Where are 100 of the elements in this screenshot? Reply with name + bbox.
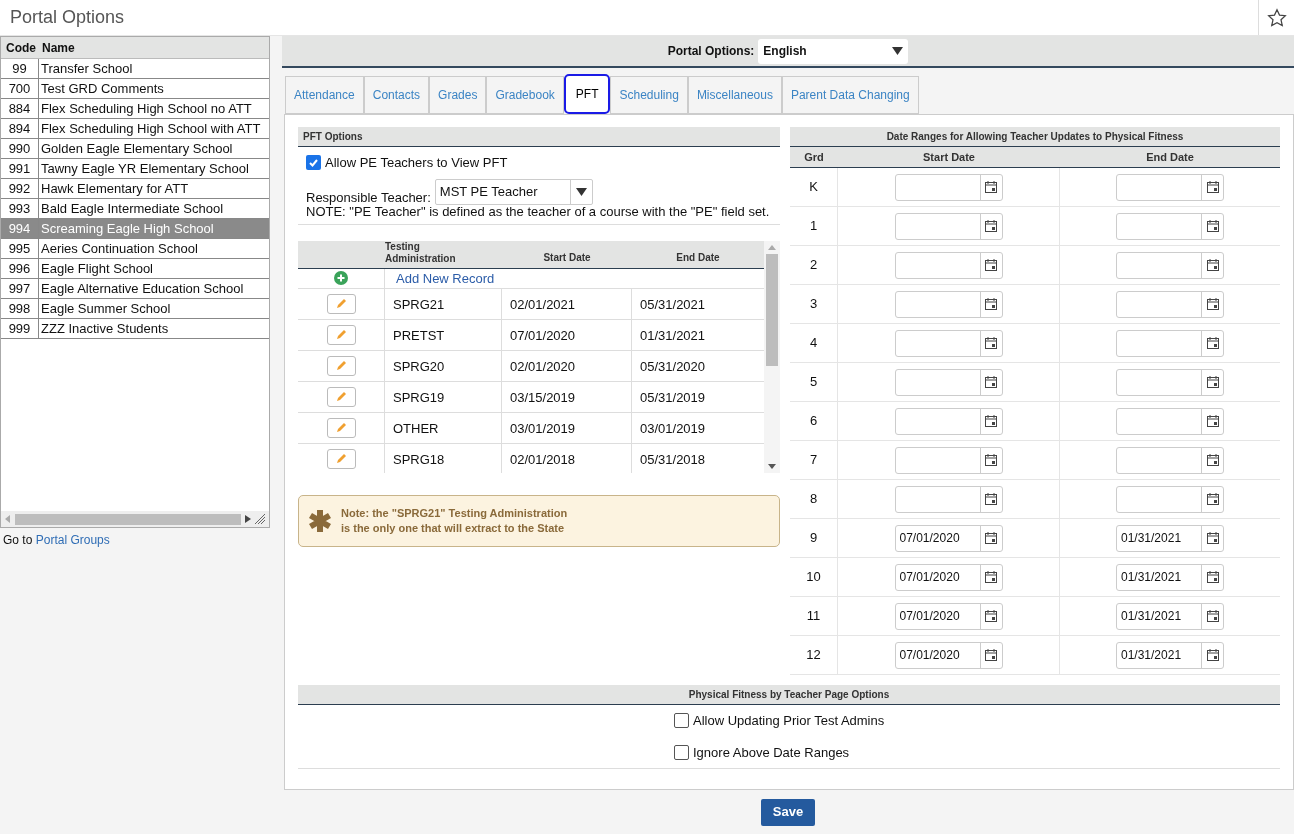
tab[interactable]: Scheduling [610,76,688,114]
grade-cell: 6 [790,402,838,440]
checkbox[interactable] [674,713,689,729]
checkbox-label: Allow PE Teachers to View PFT [325,154,508,172]
calendar-icon[interactable] [984,648,998,662]
note-text: is the only one that will extract to the State [341,520,566,536]
tab[interactable]: Gradebook [486,76,564,114]
date-field[interactable]: 01/31/2021 [1116,524,1224,552]
calendar-icon[interactable] [1205,492,1220,506]
date-field[interactable] [894,485,1003,513]
pencil-icon [335,391,347,403]
calendar-icon[interactable] [1205,336,1220,350]
date-field[interactable] [894,251,1003,279]
caret-icon [892,47,904,55]
school-row[interactable]: 990 Golden Eagle Elementary School [1,139,269,159]
date-field[interactable] [1116,251,1224,279]
calendar-icon[interactable] [984,570,998,584]
date-field[interactable]: 07/01/2020 [894,563,1003,591]
resize-grip-icon[interactable] [255,514,265,524]
school-row[interactable]: 997 Eagle Alternative Education School [1,279,269,299]
table-cell: SPRG21 [385,289,502,319]
date-field[interactable] [1116,212,1224,240]
calendar-icon[interactable] [1205,297,1220,311]
tab[interactable]: Contacts [363,76,430,114]
tab[interactable]: Parent Data Changing [781,76,919,114]
date-field[interactable] [894,212,1003,240]
date-field[interactable] [894,407,1003,435]
scroll-down-icon[interactable] [768,463,776,469]
date-field[interactable] [1116,368,1224,396]
calendar-icon[interactable] [1205,180,1220,194]
date-field[interactable]: 01/31/2021 [1116,641,1224,669]
calendar-icon[interactable] [984,297,998,311]
tab[interactable]: Miscellaneous [687,76,782,114]
date-field[interactable]: 07/01/2020 [894,602,1003,630]
date-field[interactable] [1116,329,1224,357]
language-dropdown[interactable]: English [758,38,909,64]
checkbox[interactable] [674,744,689,760]
school-row[interactable]: 700 Test GRD Comments [1,79,269,99]
note-text: Note: the "SPRG21" Testing Administration [341,505,568,521]
school-row[interactable]: 998 Eagle Summer School [1,299,269,319]
calendar-icon[interactable] [1205,414,1220,428]
checkbox[interactable] [306,155,321,171]
scrollbar-thumb[interactable] [15,513,241,525]
tab[interactable]: Attendance [285,76,364,114]
calendar-icon[interactable] [984,414,998,428]
tab[interactable]: PFT [563,74,611,114]
date-field[interactable] [894,173,1003,201]
tab[interactable]: Grades [429,76,487,114]
school-row[interactable]: 884 Flex Scheduling High School no ATT [1,99,269,119]
calendar-icon[interactable] [984,375,998,389]
calendar-icon[interactable] [984,180,998,194]
add-record-link[interactable]: Add New Record [385,268,495,288]
calendar-icon[interactable] [984,609,998,623]
calendar-icon[interactable] [984,531,998,545]
date-field[interactable]: 07/01/2020 [894,524,1003,552]
save-button[interactable]: Save [761,798,815,826]
date-field[interactable] [1116,173,1224,201]
date-field[interactable] [1116,407,1224,435]
calendar-icon[interactable] [1205,219,1220,233]
date-field[interactable] [1116,446,1224,474]
date-field[interactable]: 01/31/2021 [1116,563,1224,591]
field-label: Responsible Teacher: [306,190,431,205]
date-field[interactable]: 01/31/2021 [1116,602,1224,630]
calendar-icon[interactable] [1205,570,1220,584]
calendar-icon[interactable] [984,219,998,233]
section-header: Date Ranges for Allowing Teacher Updates to Physical Fitness [886,130,1184,144]
school-row[interactable]: 992 Hawk Elementary for ATT [1,179,269,199]
date-field[interactable] [894,368,1003,396]
school-row[interactable]: 991 Tawny Eagle YR Elementary School [1,159,269,179]
school-row[interactable]: 894 Flex Scheduling High School with ATT [1,119,269,139]
column-header: End Date [1145,149,1195,165]
school-row[interactable]: 99 Transfer School [1,59,269,79]
teacher-dropdown[interactable]: MST PE Teacher [434,178,593,205]
calendar-icon[interactable] [1205,648,1220,662]
date-field[interactable] [894,329,1003,357]
date-field[interactable] [894,290,1003,318]
calendar-icon[interactable] [984,258,998,272]
star-icon[interactable] [1266,7,1287,28]
calendar-icon[interactable] [1205,453,1220,467]
school-row[interactable]: 995 Aeries Continuation School [1,239,269,259]
calendar-icon[interactable] [1205,531,1220,545]
calendar-icon[interactable] [984,492,998,506]
calendar-icon[interactable] [1205,609,1220,623]
date-field[interactable] [1116,290,1224,318]
scrollbar-thumb[interactable] [766,253,778,366]
school-row[interactable]: 999 ZZZ Inactive Students [1,319,269,339]
calendar-icon[interactable] [1205,258,1220,272]
calendar-icon[interactable] [1205,375,1220,389]
portal-groups-link[interactable]: Portal Groups [35,533,110,547]
table-cell: 03/01/2019 [502,413,632,443]
date-field[interactable] [894,446,1003,474]
add-icon[interactable] [334,271,348,286]
calendar-icon[interactable] [984,453,998,467]
date-field[interactable] [1116,485,1224,513]
calendar-icon[interactable] [984,336,998,350]
grade-cell: K [790,168,838,206]
date-field[interactable]: 07/01/2020 [894,641,1003,669]
scroll-right-icon[interactable] [245,515,251,523]
table-cell-text: 05/31/2021 [639,296,706,314]
school-row[interactable]: 996 Eagle Flight School [1,259,269,279]
